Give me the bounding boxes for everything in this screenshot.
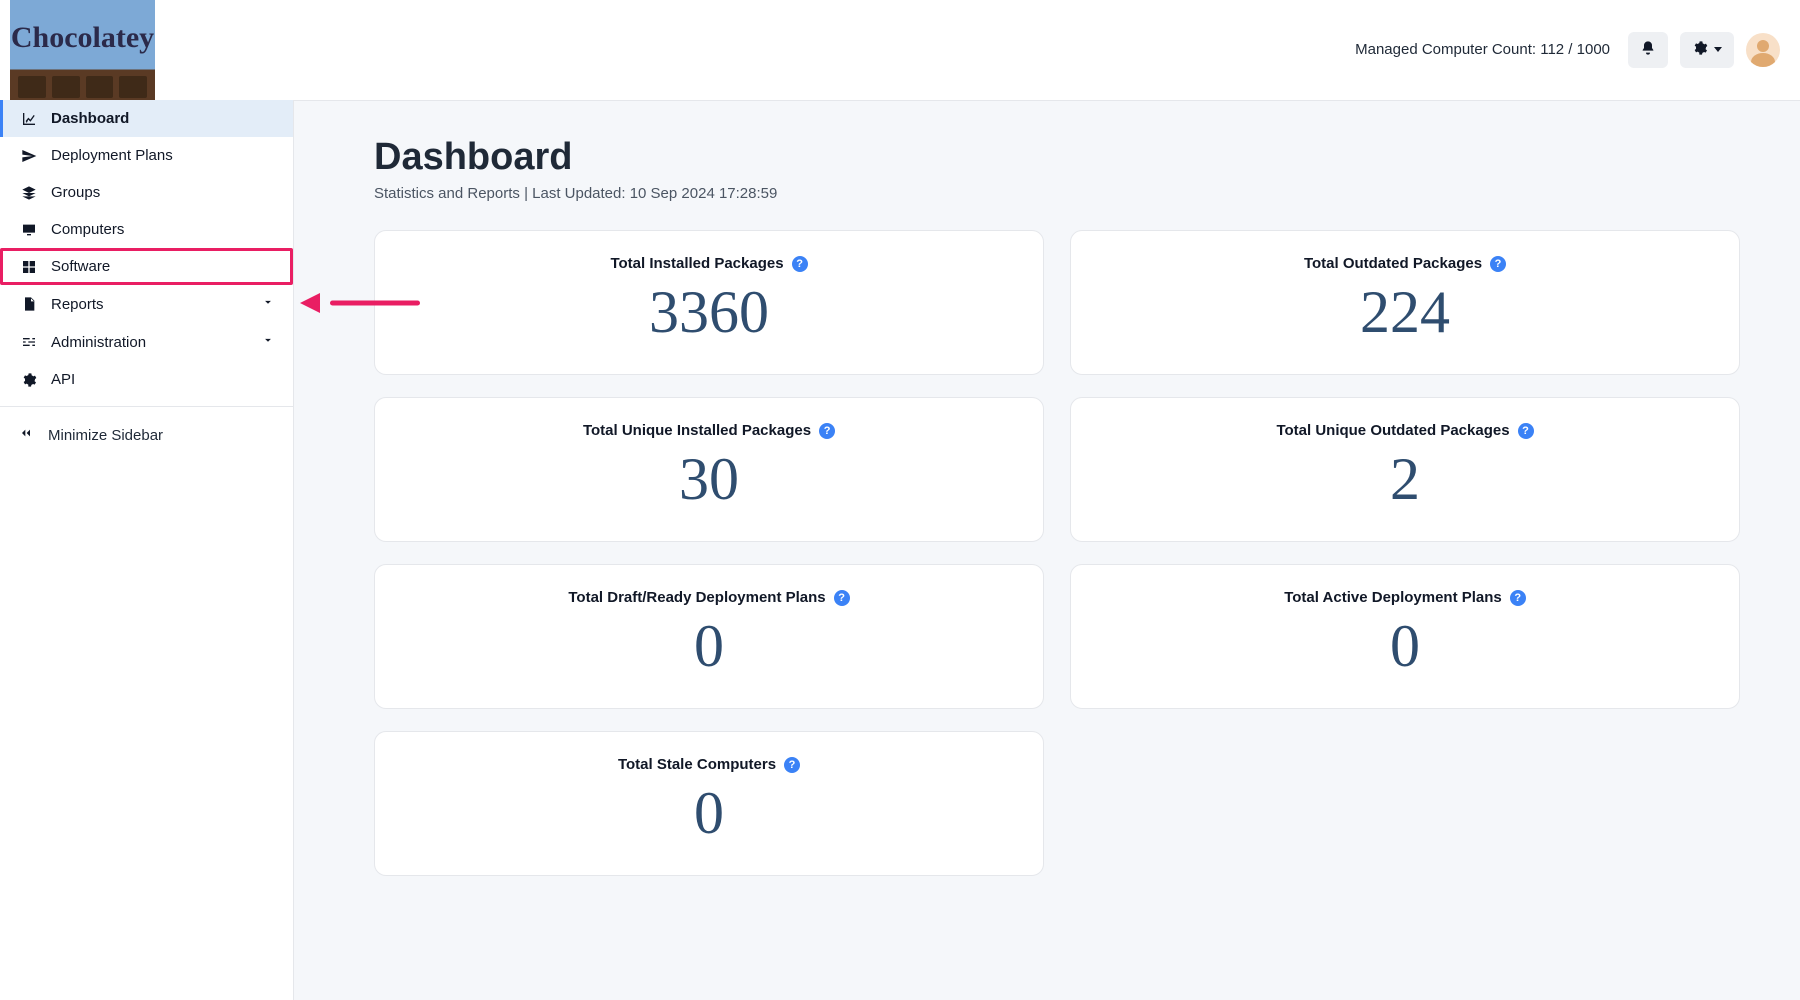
sidebar-item-administration[interactable]: Administration (0, 323, 293, 361)
bell-icon (1640, 40, 1656, 60)
monitor-icon (21, 222, 37, 238)
sidebar-item-label: API (51, 371, 75, 388)
sidebar-item-label: Deployment Plans (51, 147, 173, 164)
card-value: 30 (395, 448, 1023, 511)
sidebar-item-label: Administration (51, 334, 146, 351)
page-subtitle: Statistics and Reports | Last Updated: 1… (374, 185, 1740, 202)
gear-icon (1692, 40, 1708, 60)
card-title: Total Installed Packages (610, 255, 783, 272)
brand-logo[interactable]: Chocolatey (10, 0, 155, 104)
chevron-down-icon (261, 295, 275, 313)
sidebar-item-software[interactable]: Software (0, 248, 293, 285)
card-title: Total Unique Outdated Packages (1276, 422, 1509, 439)
notifications-button[interactable] (1628, 32, 1668, 68)
sidebar-item-reports[interactable]: Reports (0, 285, 293, 323)
card-draft-ready-plans: Total Draft/Ready Deployment Plans ? 0 (374, 564, 1044, 709)
sidebar-item-api[interactable]: API (0, 361, 293, 398)
sidebar-item-deployment-plans[interactable]: Deployment Plans (0, 137, 293, 174)
help-icon[interactable]: ? (784, 757, 800, 773)
chevron-down-icon (261, 333, 275, 351)
sidebar-item-dashboard[interactable]: Dashboard (0, 100, 293, 137)
help-icon[interactable]: ? (834, 590, 850, 606)
help-icon[interactable]: ? (1518, 423, 1534, 439)
card-title: Total Draft/Ready Deployment Plans (568, 589, 825, 606)
settings-menu-button[interactable] (1680, 32, 1734, 68)
help-icon[interactable]: ? (792, 256, 808, 272)
card-outdated-packages: Total Outdated Packages ? 224 (1070, 230, 1740, 375)
sidebar-item-computers[interactable]: Computers (0, 211, 293, 248)
grid-icon (21, 259, 37, 275)
card-stale-computers: Total Stale Computers ? 0 (374, 731, 1044, 876)
sidebar-item-label: Computers (51, 221, 124, 238)
user-avatar-button[interactable] (1746, 33, 1780, 67)
stats-grid: Total Installed Packages ? 3360 Total Ou… (374, 230, 1740, 876)
card-value: 0 (1091, 615, 1719, 678)
card-title: Total Unique Installed Packages (583, 422, 811, 439)
card-unique-outdated-packages: Total Unique Outdated Packages ? 2 (1070, 397, 1740, 542)
card-title: Total Stale Computers (618, 756, 776, 773)
page-title: Dashboard (374, 136, 1740, 179)
sidebar-item-label: Dashboard (51, 110, 129, 127)
card-value: 0 (395, 782, 1023, 845)
minimize-sidebar-button[interactable]: Minimize Sidebar (0, 415, 293, 455)
topbar: Chocolatey Managed Computer Count: 112 /… (0, 0, 1800, 100)
file-icon (21, 296, 37, 312)
brand-name: Chocolatey (11, 21, 154, 55)
managed-count: Managed Computer Count: 112 / 1000 (1355, 41, 1610, 58)
paper-plane-icon (21, 148, 37, 164)
card-title: Total Active Deployment Plans (1284, 589, 1502, 606)
card-title: Total Outdated Packages (1304, 255, 1482, 272)
help-icon[interactable]: ? (819, 423, 835, 439)
card-value: 2 (1091, 448, 1719, 511)
topbar-right: Managed Computer Count: 112 / 1000 (1355, 32, 1780, 68)
card-unique-installed-packages: Total Unique Installed Packages ? 30 (374, 397, 1044, 542)
card-value: 3360 (395, 281, 1023, 344)
main-content: Dashboard Statistics and Reports | Last … (294, 100, 1800, 1000)
chevron-down-icon (1714, 47, 1722, 52)
chevrons-left-icon (18, 425, 34, 445)
help-icon[interactable]: ? (1510, 590, 1526, 606)
card-value: 224 (1091, 281, 1719, 344)
sidebar-item-label: Groups (51, 184, 100, 201)
divider (0, 406, 293, 407)
help-icon[interactable]: ? (1490, 256, 1506, 272)
card-value: 0 (395, 615, 1023, 678)
sidebar-item-label: Reports (51, 296, 104, 313)
sidebar: Dashboard Deployment Plans Groups Comput… (0, 100, 294, 1000)
sidebar-item-label: Software (51, 258, 110, 275)
layers-icon (21, 185, 37, 201)
gear-icon (21, 372, 37, 388)
sidebar-item-groups[interactable]: Groups (0, 174, 293, 211)
card-active-plans: Total Active Deployment Plans ? 0 (1070, 564, 1740, 709)
minimize-label: Minimize Sidebar (48, 427, 163, 444)
sliders-icon (21, 334, 37, 350)
chart-line-icon (21, 111, 37, 127)
card-installed-packages: Total Installed Packages ? 3360 (374, 230, 1044, 375)
